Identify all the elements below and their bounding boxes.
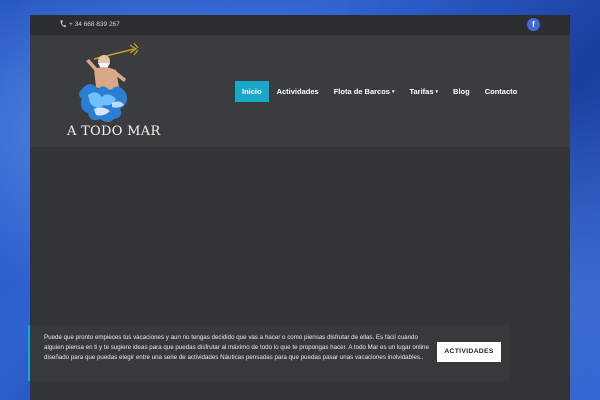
nav-item-actividades[interactable]: Actividades (270, 81, 326, 102)
nav-label: Actividades (276, 87, 319, 96)
nav-label: Blog (453, 87, 470, 96)
header: A TODO MAR Inicio Actividades Flota de B… (30, 35, 570, 147)
phone-icon (60, 20, 66, 28)
nav-item-tarifas[interactable]: Tarifas ▾ (402, 81, 445, 102)
nav-label: Tarifas (409, 87, 434, 96)
nav-label: Contacto (484, 87, 518, 96)
nav-item-flota-de-barcos[interactable]: Flota de Barcos ▾ (327, 81, 402, 102)
phone-contact[interactable]: + 34 668 839 267 (60, 20, 120, 28)
main-nav: Inicio Actividades Flota de Barcos ▾ Tar… (235, 81, 525, 102)
nav-label: Inicio (242, 87, 262, 96)
top-bar: + 34 668 839 267 f (30, 15, 570, 35)
facebook-icon[interactable]: f (527, 18, 540, 31)
phone-number: + 34 668 839 267 (69, 20, 120, 28)
logo-text[interactable]: A TODO MAR (67, 124, 161, 139)
nav-item-blog[interactable]: Blog (446, 81, 477, 102)
intro-banner: Puede que pronto empieces tus vacaciones… (28, 325, 510, 381)
nav-item-inicio[interactable]: Inicio (235, 81, 269, 102)
actividades-button[interactable]: ACTIVIDADES (437, 342, 501, 362)
nav-item-contacto[interactable]: Contacto (478, 81, 525, 102)
nav-label: Flota de Barcos (333, 87, 390, 96)
chevron-down-icon: ▾ (391, 88, 395, 95)
chevron-down-icon: ▾ (435, 88, 439, 95)
intro-text: Puede que pronto empieces tus vacaciones… (44, 334, 429, 362)
